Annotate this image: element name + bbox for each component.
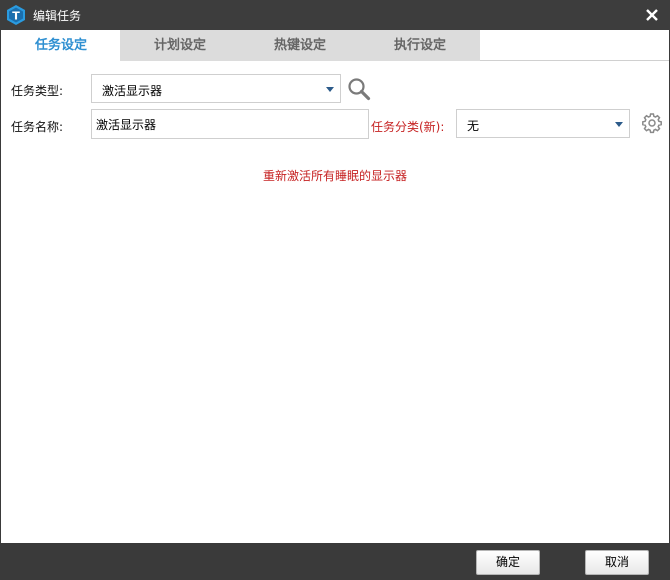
ok-button[interactable]: 确定 [476, 550, 540, 575]
task-category-select[interactable]: 无 [456, 109, 630, 138]
chevron-down-icon [326, 87, 334, 92]
cancel-button[interactable]: 取消 [585, 550, 649, 575]
task-type-label: 任务类型: [11, 84, 64, 98]
task-type-select[interactable]: 激活显示器 [91, 74, 341, 103]
chevron-down-icon [615, 122, 623, 127]
tab-execution-settings[interactable]: 执行设定 [360, 30, 480, 61]
app-logo-icon: T [5, 4, 27, 26]
close-button[interactable] [642, 5, 662, 25]
search-icon [348, 78, 371, 101]
category-settings-button[interactable] [641, 112, 663, 137]
task-type-value: 激活显示器 [102, 84, 163, 98]
search-button[interactable] [347, 77, 371, 104]
close-icon [646, 9, 658, 21]
gear-icon [642, 113, 662, 134]
task-category-value: 无 [467, 119, 480, 133]
task-name-input[interactable] [91, 109, 369, 139]
tab-task-settings[interactable]: 任务设定 [1, 30, 121, 61]
task-settings-panel: 任务类型: 激活显示器 任务名称: 任务分类(新): 无 [1, 61, 669, 543]
dialog-footer: 确定 取消 [0, 543, 670, 580]
task-name-label: 任务名称: [11, 120, 64, 134]
tab-bar: 任务设定 计划设定 热键设定 执行设定 [1, 30, 669, 61]
svg-text:T: T [12, 10, 20, 23]
window-title: 编辑任务 [33, 9, 82, 23]
edit-task-dialog: T 编辑任务 任务设定 计划设定 热键设定 执行设定 任务类型: 激活显示器 任… [0, 0, 670, 580]
tab-hotkey-settings[interactable]: 热键设定 [240, 30, 360, 61]
title-bar: T 编辑任务 [0, 0, 670, 30]
tab-schedule-settings[interactable]: 计划设定 [120, 30, 240, 61]
task-category-label: 任务分类(新): [371, 120, 445, 134]
task-description: 重新激活所有睡眠的显示器 [262, 169, 407, 183]
